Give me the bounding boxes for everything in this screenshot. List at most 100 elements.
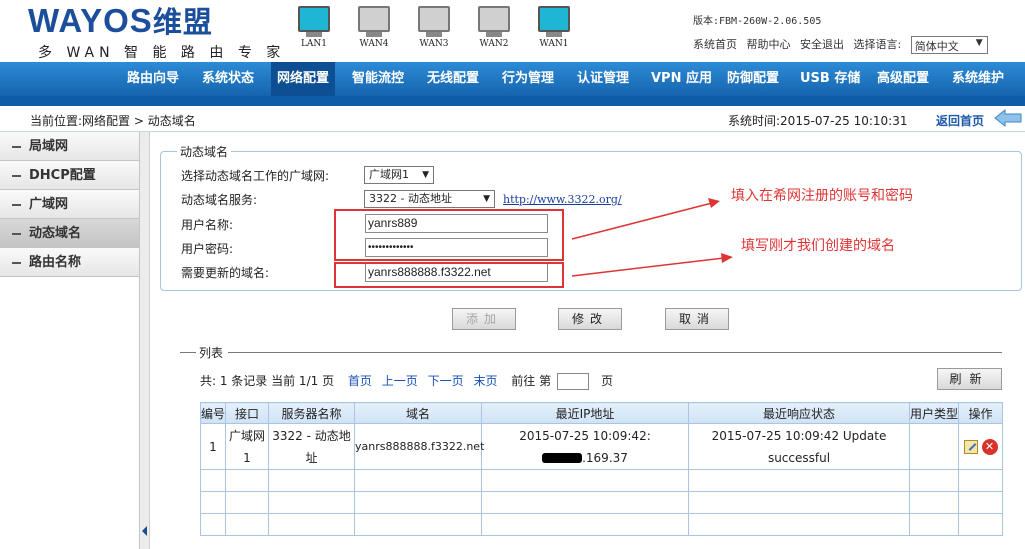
link-home-page[interactable]: 系统首页 — [693, 38, 737, 51]
column-header: 域名 — [354, 402, 482, 424]
ip-suffix: .169.37 — [582, 450, 628, 465]
sidebar-item-label: 广域网 — [29, 197, 69, 212]
logo-zh: 维盟 — [152, 7, 213, 39]
port-label: WAN4 — [359, 39, 389, 49]
breadcrumb: 当前位置:网络配置 > 动态域名 — [30, 114, 196, 128]
divider — [180, 352, 196, 353]
link-logout[interactable]: 安全退出 — [800, 38, 844, 51]
nav-item-defense[interactable]: 防御配置 — [727, 62, 779, 96]
main-nav: 路由向导 系统状态 网络配置 智能流控 无线配置 行为管理 认证管理 VPN 应… — [0, 62, 1025, 96]
redacted-ip — [542, 453, 583, 463]
sidebar-item-dhcp[interactable]: DHCP配置 — [0, 161, 139, 190]
delete-icon[interactable]: ✕ — [981, 439, 998, 455]
wan-label: 选择动态域名工作的广域网: — [181, 169, 330, 183]
edit-icon[interactable] — [963, 440, 978, 454]
language-select[interactable]: 简体中文 ▼ — [910, 36, 988, 54]
system-time: 系统时间:2015-07-25 10:10:31 — [728, 114, 908, 128]
service-select-value: 3322 - 动态地址 — [369, 192, 452, 205]
sidebar-item-label: 局域网 — [29, 139, 69, 154]
chevron-down-icon: ▼ — [975, 38, 983, 48]
password-label: 用户密码: — [181, 242, 234, 256]
collapse-arrow-icon[interactable] — [142, 526, 147, 536]
service-label: 动态域名服务: — [181, 193, 258, 207]
column-header: 最近响应状态 — [688, 402, 910, 424]
sidebar-item-router-name[interactable]: 路由名称 — [0, 248, 139, 277]
cell-domain: yanrs888888.f3322.net — [354, 423, 484, 470]
sidebar: 局域网 DHCP配置 广域网 动态域名 路由名称 — [0, 132, 140, 549]
annotation-box-domain — [334, 262, 564, 288]
nav-item-qos[interactable]: 智能流控 — [352, 62, 404, 96]
nav-item-usb[interactable]: USB 存储 — [800, 62, 860, 96]
nav-item-wireless[interactable]: 无线配置 — [427, 62, 479, 96]
divider — [228, 352, 1002, 353]
page-number-input[interactable] — [557, 373, 590, 390]
sidebar-item-wan[interactable]: 广域网 — [0, 190, 139, 219]
add-button[interactable]: 添加 — [452, 308, 516, 330]
ip-time: 2015-07-25 10:09:42: — [519, 428, 651, 443]
nav-item-advanced[interactable]: 高级配置 — [877, 62, 929, 96]
dash-icon — [12, 261, 21, 264]
port-label: WAN2 — [479, 39, 509, 49]
sidebar-item-ddns[interactable]: 动态域名 — [0, 219, 139, 248]
monitor-icon — [538, 6, 570, 32]
annotation-account-note: 填入在希网注册的账号和密码 — [731, 188, 913, 204]
port-label: WAN3 — [419, 39, 449, 49]
first-page-link[interactable]: 首页 — [348, 374, 372, 388]
link-help-center[interactable]: 帮助中心 — [747, 38, 791, 51]
next-page-link[interactable]: 下一页 — [428, 374, 464, 388]
record-summary: 共: 1 条记录 当前 1/1 页 — [200, 374, 335, 388]
prev-page-link[interactable]: 上一页 — [382, 374, 418, 388]
sidebar-item-label: 路由名称 — [29, 255, 82, 270]
service-select[interactable]: 3322 - 动态地址 ▼ — [364, 190, 495, 208]
sidebar-item-lan[interactable]: 局域网 — [0, 132, 139, 161]
wan-select[interactable]: 广域网1 ▼ — [364, 166, 434, 184]
language-value: 简体中文 — [914, 40, 959, 53]
list-legend: 列表 — [199, 346, 224, 360]
port-lan1: LAN1 — [296, 6, 332, 49]
monitor-icon — [358, 6, 390, 32]
annotation-box-account — [334, 209, 564, 261]
nav-item-auth[interactable]: 认证管理 — [577, 62, 629, 96]
dash-icon — [12, 174, 21, 177]
back-arrow-icon[interactable] — [993, 109, 1023, 127]
logo-slogan: 多 WAN 智 能 路 由 专 家 — [38, 45, 286, 61]
port-wan1: WAN1 — [536, 6, 572, 49]
cancel-button[interactable]: 取消 — [665, 308, 729, 330]
logo-text: WAYOS — [28, 2, 153, 39]
cell-iface: 广域网1 — [225, 423, 269, 470]
column-header: 用户类型 — [909, 402, 959, 424]
column-header: 操作 — [958, 402, 1003, 424]
back-home-link[interactable]: 返回首页 — [936, 112, 984, 129]
header: WAYOS维盟 多 WAN 智 能 路 由 专 家 LAN1 WAN4 WAN3… — [0, 0, 1025, 62]
table-header-row: 编号 接口 服务器名称 域名 最近IP地址 最近响应状态 用户类型 操作 — [200, 402, 1003, 424]
port-wan3: WAN3 — [416, 6, 452, 49]
lang-label: 选择语言: — [853, 38, 902, 51]
router-admin-page: WAYOS维盟 多 WAN 智 能 路 由 专 家 LAN1 WAN4 WAN3… — [0, 0, 1025, 549]
cell-status: 2015-07-25 10:09:42 Update successful — [688, 423, 910, 470]
nav-item-network[interactable]: 网络配置 — [271, 62, 336, 96]
sidebar-toggle-gutter[interactable] — [140, 132, 150, 549]
nav-item-vpn[interactable]: VPN 应用 — [651, 62, 712, 96]
ip-address: .169.37 — [482, 447, 688, 469]
nav-item-maintenance[interactable]: 系统维护 — [952, 62, 1004, 96]
annotation-domain-note: 填写刚才我们创建的域名 — [741, 238, 895, 254]
goto-suffix: 页 — [601, 374, 614, 388]
cell-ip: 2015-07-25 10:09:42: .169.37 — [481, 423, 689, 470]
ddns-provider-link[interactable]: http://www.3322.org/ — [503, 193, 622, 206]
refresh-button[interactable]: 刷新 — [937, 368, 1002, 390]
nav-item-status[interactable]: 系统状态 — [202, 62, 254, 96]
top-info: 版本:FBM-260W-2.06.505 系统首页 帮助中心 安全退出 选择语言… — [693, 12, 988, 54]
username-label: 用户名称: — [181, 218, 234, 232]
port-wan4: WAN4 — [356, 6, 392, 49]
sidebar-item-label: 动态域名 — [29, 226, 82, 241]
nav-item-wizard[interactable]: 路由向导 — [127, 62, 179, 96]
column-header: 服务器名称 — [268, 402, 355, 424]
column-header: 最近IP地址 — [481, 402, 689, 424]
dash-icon — [12, 232, 21, 235]
wan-select-value: 广域网1 — [369, 168, 409, 181]
edit-button[interactable]: 修改 — [558, 308, 622, 330]
last-page-link[interactable]: 末页 — [473, 374, 497, 388]
nav-item-behavior[interactable]: 行为管理 — [502, 62, 554, 96]
monitor-icon — [298, 6, 330, 32]
version-text: 版本:FBM-260W-2.06.505 — [693, 16, 822, 27]
